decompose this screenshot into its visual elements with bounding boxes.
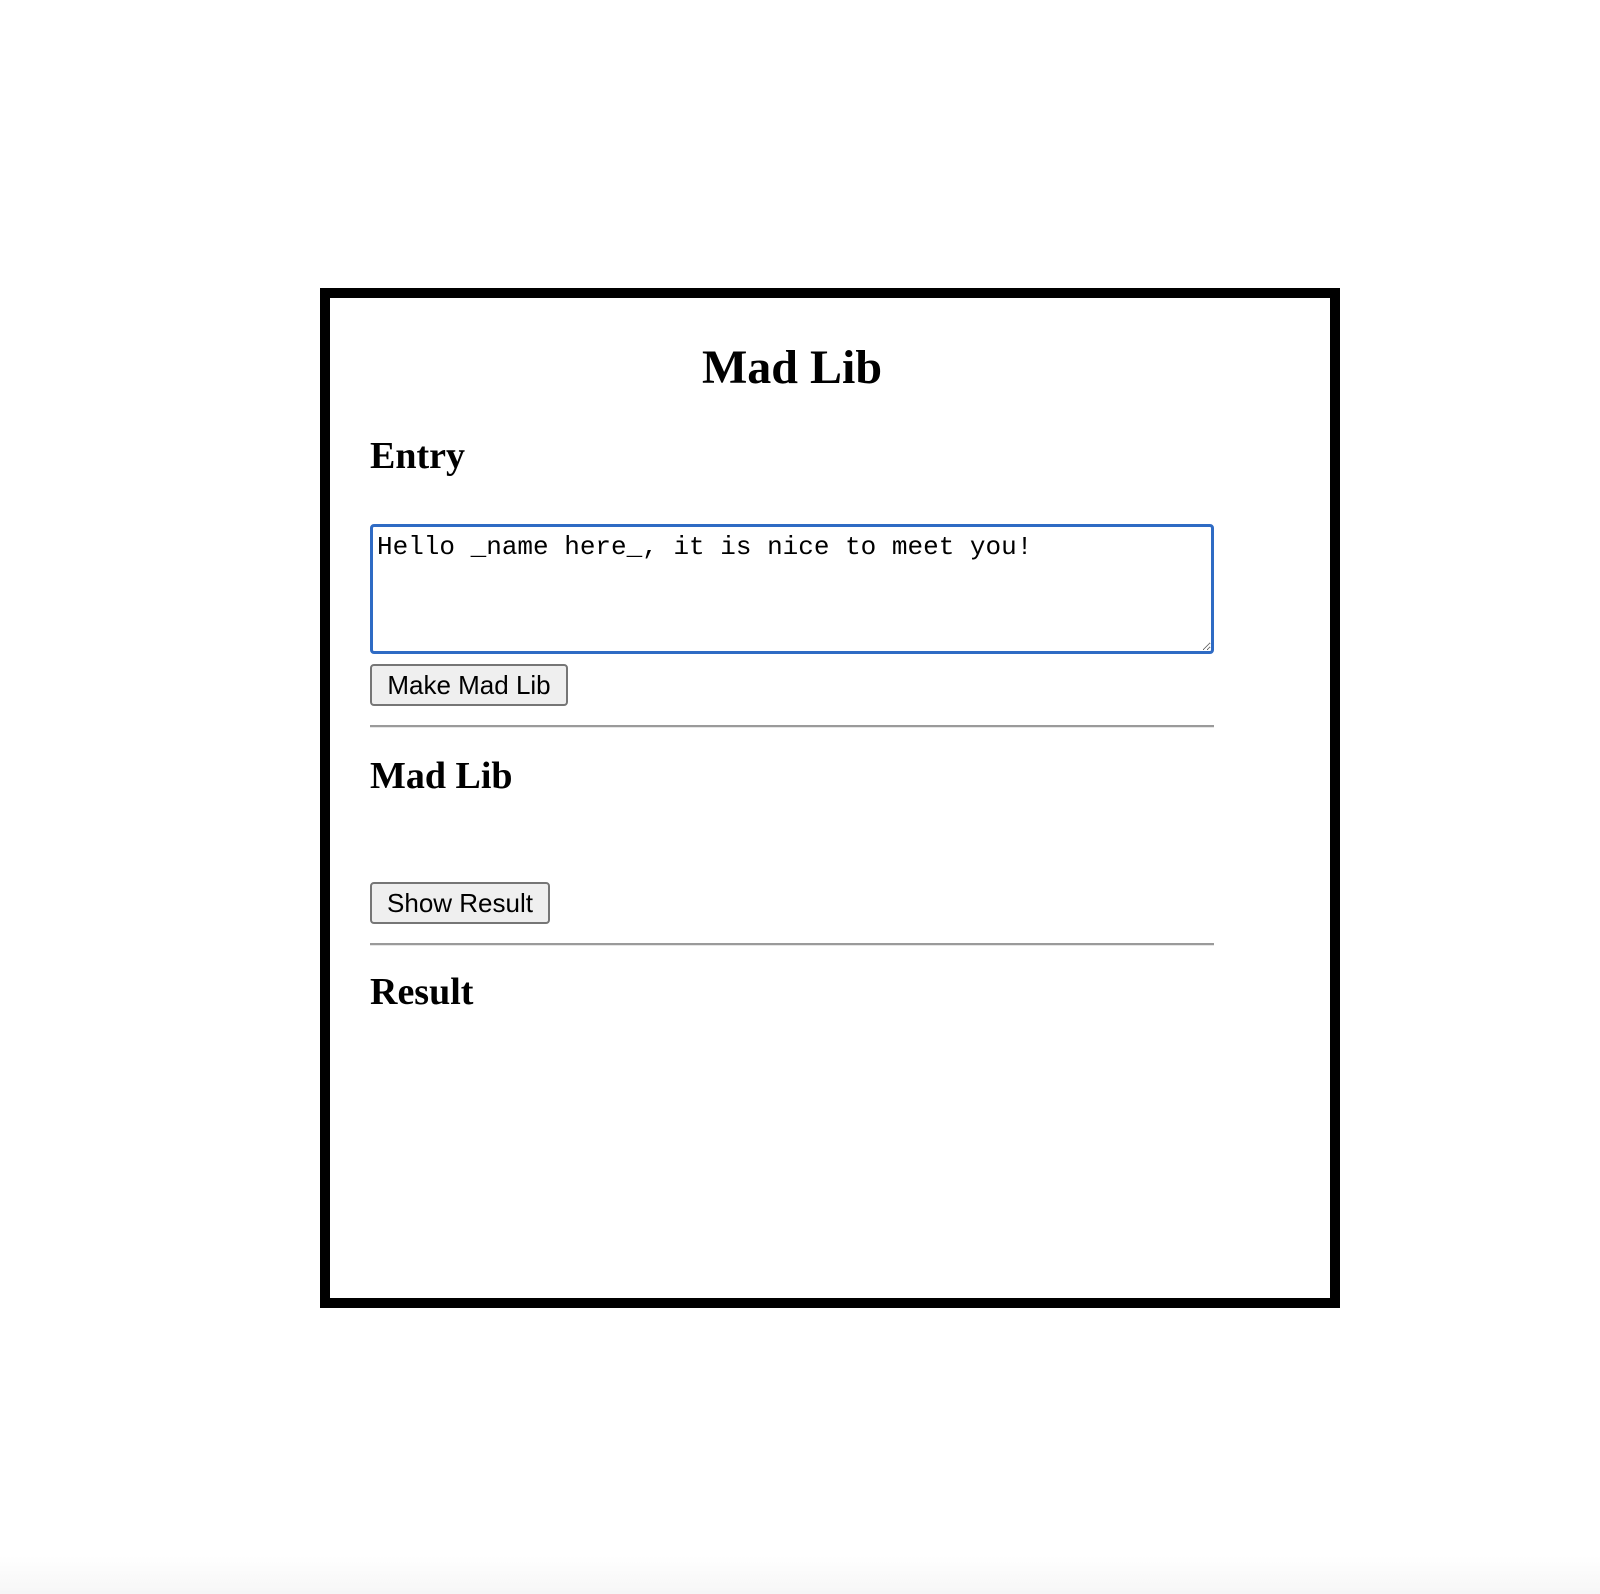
result-heading: Result	[370, 971, 474, 1013]
mad-lib-heading: Mad Lib	[370, 755, 513, 797]
result-output	[370, 1030, 1214, 1070]
page-title: Mad Lib	[701, 341, 883, 394]
page: Mad Lib Entry Make Mad Lib Mad Lib Show …	[0, 0, 1600, 1594]
show-result-button[interactable]: Show Result	[370, 882, 550, 924]
divider	[370, 725, 1214, 728]
divider	[370, 943, 1214, 946]
madlib-container: Mad Lib Entry Make Mad Lib Mad Lib Show …	[320, 288, 1340, 1308]
mad-lib-output	[370, 812, 1214, 852]
make-mad-lib-button[interactable]: Make Mad Lib	[370, 664, 568, 706]
entry-heading: Entry	[370, 435, 465, 477]
entry-textarea[interactable]	[370, 524, 1214, 654]
